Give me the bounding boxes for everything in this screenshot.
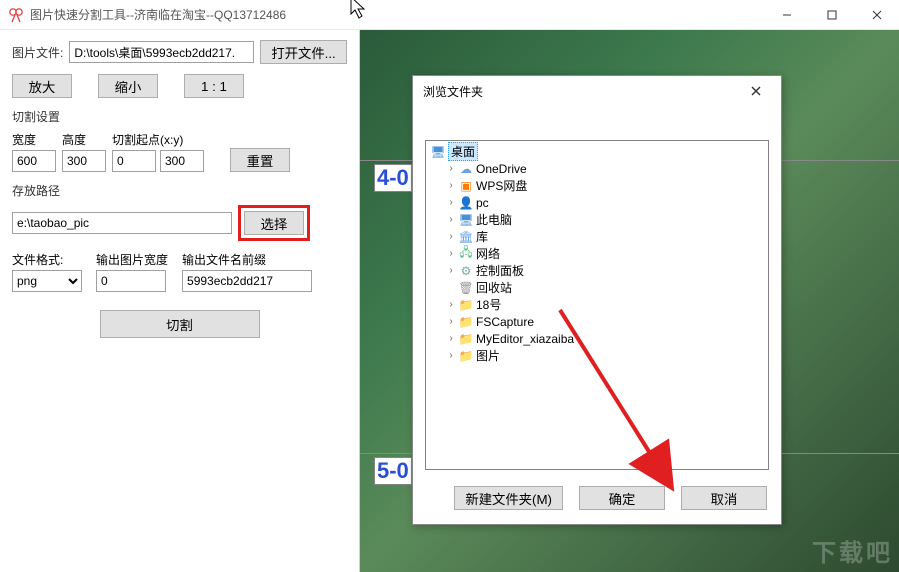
tree-item-label: 库 bbox=[476, 228, 488, 245]
tree-item-label: WPS网盘 bbox=[476, 177, 527, 194]
left-panel: 图片文件: 打开文件... 放大 缩小 1 : 1 切割设置 宽度 高度 切割起… bbox=[0, 30, 360, 572]
folder-icon: 📁 bbox=[458, 332, 474, 346]
expand-icon[interactable]: › bbox=[446, 299, 456, 310]
pc-icon: 👤 bbox=[458, 196, 474, 210]
tree-item[interactable]: ›📁图片 bbox=[426, 347, 768, 364]
open-file-button[interactable]: 打开文件... bbox=[260, 40, 346, 64]
dialog-close-button[interactable] bbox=[741, 76, 771, 106]
height-input[interactable] bbox=[62, 150, 106, 172]
tree-item[interactable]: ›🖥此电脑 bbox=[426, 211, 768, 228]
tree-item-label: 此电脑 bbox=[476, 211, 512, 228]
wps-icon: ▣ bbox=[458, 179, 474, 193]
tree-item-label: OneDrive bbox=[476, 162, 527, 176]
width-input[interactable] bbox=[12, 150, 56, 172]
highlight-choose: 选择 bbox=[238, 205, 310, 241]
tree-item-label: 控制面板 bbox=[476, 262, 524, 279]
panel-icon: ⚙ bbox=[458, 264, 474, 278]
expand-icon[interactable]: › bbox=[446, 248, 456, 259]
folder-icon: 📁 bbox=[458, 315, 474, 329]
height-label: 高度 bbox=[62, 131, 106, 148]
format-select[interactable]: png bbox=[12, 270, 82, 292]
new-folder-button[interactable]: 新建文件夹(M) bbox=[454, 486, 563, 510]
tree-item-label: 网络 bbox=[476, 245, 500, 262]
format-label: 文件格式: bbox=[12, 251, 82, 268]
cut-settings-label: 切割设置 bbox=[12, 108, 347, 125]
prefix-label: 输出文件名前缀 bbox=[182, 251, 312, 268]
titlebar: 图片快速分割工具--济南临在淘宝--QQ13712486 bbox=[0, 0, 899, 30]
folder-icon: 📁 bbox=[458, 298, 474, 312]
tree-item[interactable]: ›📁18号 bbox=[426, 296, 768, 313]
tree-item[interactable]: ›📁MyEditor_xiazaiba bbox=[426, 330, 768, 347]
tree-item[interactable]: ›☁OneDrive bbox=[426, 160, 768, 177]
zoom-11-button[interactable]: 1 : 1 bbox=[184, 74, 244, 98]
expand-icon[interactable]: › bbox=[446, 265, 456, 276]
minimize-button[interactable] bbox=[764, 0, 809, 30]
save-path-label: 存放路径 bbox=[12, 182, 347, 199]
folder-tree[interactable]: 🖥 桌面 ›☁OneDrive›▣WPS网盘›👤pc›🖥此电脑›🏛库›🖧网络›⚙… bbox=[425, 140, 769, 470]
origin-y-input[interactable] bbox=[160, 150, 204, 172]
width-label: 宽度 bbox=[12, 131, 56, 148]
expand-icon[interactable]: › bbox=[446, 350, 456, 361]
tree-item[interactable]: 🗑回收站 bbox=[426, 279, 768, 296]
close-button[interactable] bbox=[854, 0, 899, 30]
trash-icon: 🗑 bbox=[458, 281, 474, 295]
tree-item[interactable]: ›▣WPS网盘 bbox=[426, 177, 768, 194]
dialog-title: 浏览文件夹 bbox=[423, 83, 741, 100]
expand-icon[interactable]: › bbox=[446, 333, 456, 344]
slice-label-5: 5-0 bbox=[374, 457, 412, 485]
expand-icon[interactable]: › bbox=[446, 180, 456, 191]
folder-icon: 📁 bbox=[458, 349, 474, 363]
expand-icon[interactable]: › bbox=[446, 197, 456, 208]
zoom-out-button[interactable]: 缩小 bbox=[98, 74, 158, 98]
choose-path-button[interactable]: 选择 bbox=[244, 211, 304, 235]
ok-button[interactable]: 确定 bbox=[579, 486, 665, 510]
tree-item[interactable]: ›👤pc bbox=[426, 194, 768, 211]
browse-folder-dialog: 浏览文件夹 🖥 桌面 ›☁OneDrive›▣WPS网盘›👤pc›🖥此电脑›🏛库… bbox=[412, 75, 782, 525]
window-buttons bbox=[764, 0, 899, 30]
lib-icon: 🏛 bbox=[458, 230, 474, 244]
tree-item-label: pc bbox=[476, 196, 489, 210]
expand-icon[interactable]: › bbox=[446, 163, 456, 174]
file-label: 图片文件: bbox=[12, 44, 63, 61]
tree-item[interactable]: ›🖧网络 bbox=[426, 245, 768, 262]
tree-item-label: MyEditor_xiazaiba bbox=[476, 332, 574, 346]
net-icon: 🖧 bbox=[458, 247, 474, 261]
tree-item-label: 图片 bbox=[476, 347, 500, 364]
tree-item-label: FSCapture bbox=[476, 315, 534, 329]
zoom-in-button[interactable]: 放大 bbox=[12, 74, 72, 98]
expand-icon[interactable]: › bbox=[446, 214, 456, 225]
out-width-label: 输出图片宽度 bbox=[96, 251, 168, 268]
tree-item[interactable]: ›📁FSCapture bbox=[426, 313, 768, 330]
watermark: 下载吧 bbox=[812, 533, 893, 568]
cancel-button[interactable]: 取消 bbox=[681, 486, 767, 510]
out-width-input[interactable] bbox=[96, 270, 166, 292]
tree-item-label: 回收站 bbox=[476, 279, 512, 296]
origin-label: 切割起点(x:y) bbox=[112, 131, 204, 148]
file-path-input[interactable] bbox=[69, 41, 254, 63]
window-title: 图片快速分割工具--济南临在淘宝--QQ13712486 bbox=[30, 6, 764, 23]
maximize-button[interactable] bbox=[809, 0, 854, 30]
monitor-icon: 🖥 bbox=[458, 213, 474, 227]
tree-item[interactable]: ›🏛库 bbox=[426, 228, 768, 245]
tree-item-label: 18号 bbox=[476, 296, 501, 313]
desktop-icon: 🖥 bbox=[430, 145, 446, 159]
prefix-input[interactable] bbox=[182, 270, 312, 292]
app-icon bbox=[8, 7, 24, 23]
tree-item-desktop[interactable]: 🖥 桌面 bbox=[426, 143, 768, 160]
cloud-icon: ☁ bbox=[458, 162, 474, 176]
tree-item[interactable]: ›⚙控制面板 bbox=[426, 262, 768, 279]
reset-button[interactable]: 重置 bbox=[230, 148, 290, 172]
expand-icon[interactable]: › bbox=[446, 231, 456, 242]
save-path-input[interactable] bbox=[12, 212, 232, 234]
cut-button[interactable]: 切割 bbox=[100, 310, 260, 338]
slice-label-4: 4-0 bbox=[374, 164, 412, 192]
dialog-titlebar: 浏览文件夹 bbox=[413, 76, 781, 106]
expand-icon[interactable]: › bbox=[446, 316, 456, 327]
origin-x-input[interactable] bbox=[112, 150, 156, 172]
